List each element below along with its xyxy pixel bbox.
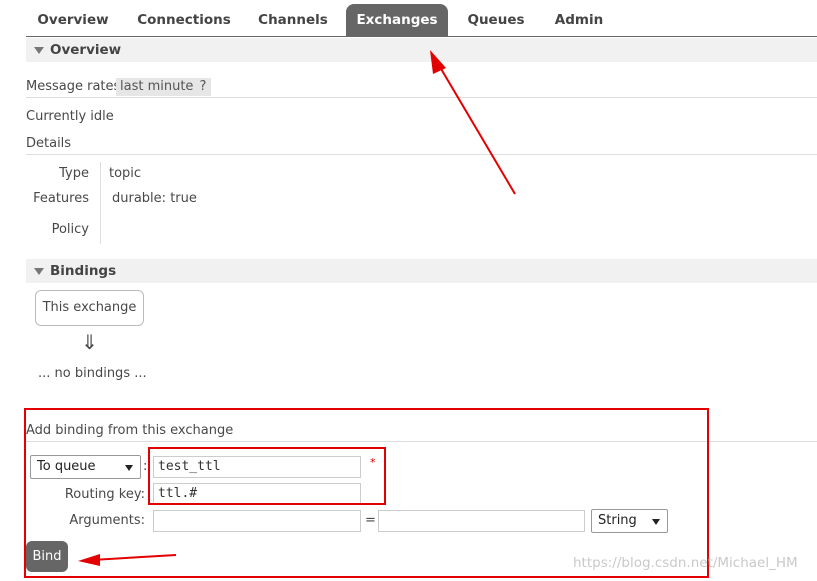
arguments-label: Arguments: <box>69 513 145 528</box>
bindings-section-title: Bindings <box>50 263 117 279</box>
destination-type-value: To queue <box>37 459 96 474</box>
destination-input[interactable]: test_ttl <box>153 456 361 478</box>
add-binding-heading: Add binding from this exchange <box>26 423 234 438</box>
help-button[interactable]: ? <box>195 78 211 96</box>
policy-label: Policy <box>51 222 89 237</box>
main-nav-tabs: Overview Connections Channels Exchanges … <box>0 0 817 37</box>
annotation-arrow-head <box>78 554 100 566</box>
equals-sign: = <box>365 513 376 528</box>
status-text: Currently idle <box>26 109 114 124</box>
message-rates-period-toggle[interactable]: last minute <box>116 78 198 96</box>
tab-overview[interactable]: Overview <box>28 4 118 36</box>
argument-type-select[interactable]: String <box>591 509 668 533</box>
type-value: topic <box>109 166 142 181</box>
collapse-triangle-icon <box>34 47 44 54</box>
divider <box>26 441 817 442</box>
tab-exchanges[interactable]: Exchanges <box>346 4 448 36</box>
argument-key-input[interactable] <box>153 510 361 532</box>
colon-separator: : <box>143 459 148 474</box>
tab-connections[interactable]: Connections <box>128 4 240 36</box>
routing-key-input[interactable]: ttl.# <box>153 483 361 505</box>
features-durable-value: true <box>170 191 197 206</box>
watermark: https://blog.csdn.net/Michael_HM <box>573 555 798 571</box>
tab-admin[interactable]: Admin <box>544 4 614 36</box>
details-heading: Details <box>26 136 72 151</box>
destination-type-select[interactable]: To queue <box>30 455 141 479</box>
argument-type-value: String <box>598 513 637 528</box>
tab-divider <box>26 36 817 37</box>
collapse-triangle-icon <box>34 268 44 275</box>
required-mark: * <box>370 456 376 469</box>
annotation-arrow-line <box>91 554 177 561</box>
features-label: Features <box>33 191 89 206</box>
argument-value-input[interactable] <box>378 510 585 532</box>
routing-key-label: Routing key: <box>64 487 145 502</box>
divider <box>26 154 817 155</box>
divider <box>26 97 817 98</box>
overview-section-title: Overview <box>50 42 122 58</box>
dropdown-caret-icon <box>652 519 660 525</box>
message-rates-label: Message rates <box>26 79 121 94</box>
details-divider <box>100 162 101 244</box>
features-key: durable: <box>112 191 167 206</box>
bindings-section-header[interactable]: Bindings <box>26 259 817 283</box>
type-label: Type <box>59 166 89 181</box>
tab-channels[interactable]: Channels <box>248 4 338 36</box>
tab-queues[interactable]: Queues <box>458 4 534 36</box>
no-bindings-text: ... no bindings ... <box>38 366 147 381</box>
annotation-arrow-line <box>436 61 516 195</box>
down-arrow-icon: ⇓ <box>81 330 98 354</box>
bind-button[interactable]: Bind <box>26 541 68 572</box>
dropdown-caret-icon <box>125 465 133 471</box>
features-value: durable: true <box>112 191 197 206</box>
this-exchange-box: This exchange <box>35 290 144 326</box>
overview-section-header[interactable]: Overview <box>26 38 817 62</box>
